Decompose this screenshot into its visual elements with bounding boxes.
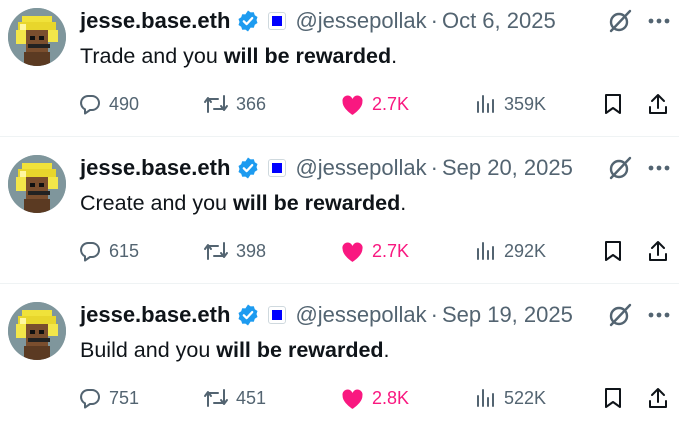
verified-badge-icon — [236, 9, 260, 33]
more-dots-icon[interactable] — [646, 6, 672, 36]
share-upload-icon — [649, 94, 667, 114]
heart-filled-icon — [342, 388, 363, 409]
views-bars-icon — [477, 242, 494, 260]
tweet-header: jesse.base.eth @jessepollak · Sep 20, 20… — [80, 151, 573, 185]
views-button[interactable]: 292K — [473, 233, 546, 269]
repost-count: 451 — [236, 387, 267, 408]
separator-dot: · — [430, 155, 438, 180]
grok-icon[interactable] — [605, 6, 635, 36]
tweet-date[interactable]: Sep 19, 2025 — [442, 298, 573, 332]
separator-dot: · — [430, 8, 438, 33]
reply-button[interactable]: 615 — [78, 233, 139, 269]
bookmark-button[interactable] — [602, 233, 631, 269]
tweet-text-suffix: . — [400, 191, 407, 215]
view-count: 292K — [504, 240, 547, 261]
grok-icon[interactable] — [605, 153, 635, 183]
tweet-text: Create and you will be rewarded. — [80, 187, 406, 219]
tweet-text-suffix: . — [391, 44, 398, 68]
tweet-actions: 615 398 2.7K 292K — [78, 233, 674, 269]
repost-button[interactable]: 366 — [203, 86, 266, 122]
display-name[interactable]: jesse.base.eth — [80, 298, 230, 332]
tweet-text-prefix: Create and you — [80, 191, 233, 215]
repost-button[interactable]: 451 — [203, 380, 266, 416]
heart-filled-icon — [342, 94, 363, 115]
share-upload-icon — [649, 388, 667, 408]
tweet-text-bold: will be rewarded — [233, 191, 401, 215]
share-button[interactable] — [646, 380, 677, 416]
like-button[interactable]: 2.7K — [340, 233, 409, 269]
view-count: 359K — [504, 93, 547, 114]
share-upload-icon — [649, 241, 667, 261]
heart-filled-icon — [342, 241, 363, 262]
like-count: 2.7K — [372, 93, 410, 114]
affiliate-square-icon[interactable] — [268, 159, 287, 177]
affiliate-square-icon[interactable] — [268, 12, 287, 30]
tweet-actions: 490 366 2.7K 359K — [78, 86, 674, 122]
reply-bubble-icon — [80, 242, 100, 262]
more-dots-icon[interactable] — [646, 300, 672, 330]
tweet-text-bold: will be rewarded — [223, 44, 392, 68]
affiliate-square-icon[interactable] — [268, 306, 287, 324]
tweet-text-suffix: . — [383, 338, 390, 362]
bookmark-icon — [605, 94, 621, 114]
display-name[interactable]: jesse.base.eth — [80, 151, 230, 185]
reply-count: 490 — [109, 93, 140, 114]
tweet-text-prefix: Build and you — [80, 338, 217, 362]
tweet-actions: 751 451 2.8K 522K — [78, 380, 674, 416]
verified-badge-icon — [236, 303, 260, 327]
repost-arrows-icon — [204, 389, 228, 407]
tweet-header: jesse.base.eth @jessepollak · Oct 6, 202… — [80, 4, 556, 38]
bookmark-icon — [605, 241, 621, 261]
repost-count: 366 — [236, 93, 267, 114]
like-count: 2.8K — [372, 387, 410, 408]
user-handle[interactable]: @jessepollak — [295, 4, 426, 38]
grok-icon[interactable] — [605, 300, 635, 330]
user-handle[interactable]: @jessepollak — [295, 151, 426, 185]
avatar[interactable] — [8, 155, 66, 213]
share-button[interactable] — [646, 233, 677, 269]
tweet[interactable]: jesse.base.eth @jessepollak · Oct 6, 202… — [0, 0, 679, 146]
tweet[interactable]: jesse.base.eth @jessepollak · Sep 20, 20… — [0, 147, 679, 293]
views-bars-icon — [477, 95, 494, 113]
reply-button[interactable]: 751 — [78, 380, 139, 416]
tweet-date[interactable]: Sep 20, 2025 — [442, 151, 573, 185]
reply-count: 751 — [109, 387, 140, 408]
reply-bubble-icon — [80, 95, 100, 115]
view-count: 522K — [504, 387, 547, 408]
views-bars-icon — [477, 389, 494, 407]
tweet-text: Build and you will be rewarded. — [80, 334, 390, 366]
reply-bubble-icon — [80, 389, 100, 409]
like-count: 2.7K — [372, 240, 410, 261]
repost-count: 398 — [236, 240, 267, 261]
tweet-date[interactable]: Oct 6, 2025 — [442, 4, 556, 38]
more-dots-icon[interactable] — [646, 153, 672, 183]
reply-count: 615 — [109, 240, 140, 261]
bookmark-button[interactable] — [602, 380, 631, 416]
like-button[interactable]: 2.8K — [340, 380, 409, 416]
share-button[interactable] — [646, 86, 677, 122]
tweet-text-bold: will be rewarded — [216, 338, 384, 362]
repost-button[interactable]: 398 — [203, 233, 266, 269]
like-button[interactable]: 2.7K — [340, 86, 409, 122]
tweet-header: jesse.base.eth @jessepollak · Sep 19, 20… — [80, 298, 573, 332]
verified-badge-icon — [236, 156, 260, 180]
reply-button[interactable]: 490 — [78, 86, 139, 122]
tweet[interactable]: jesse.base.eth @jessepollak · Sep 19, 20… — [0, 294, 679, 440]
views-button[interactable]: 522K — [473, 380, 546, 416]
bookmark-icon — [605, 388, 621, 408]
repost-arrows-icon — [204, 242, 228, 260]
display-name[interactable]: jesse.base.eth — [80, 4, 230, 38]
avatar[interactable] — [8, 8, 66, 66]
user-handle[interactable]: @jessepollak — [295, 298, 426, 332]
tweet-text: Trade and you will be rewarded. — [80, 40, 397, 72]
avatar[interactable] — [8, 302, 66, 360]
repost-arrows-icon — [204, 95, 228, 113]
bookmark-button[interactable] — [602, 86, 631, 122]
views-button[interactable]: 359K — [473, 86, 546, 122]
tweet-text-prefix: Trade and you — [80, 44, 224, 68]
separator-dot: · — [430, 302, 438, 327]
